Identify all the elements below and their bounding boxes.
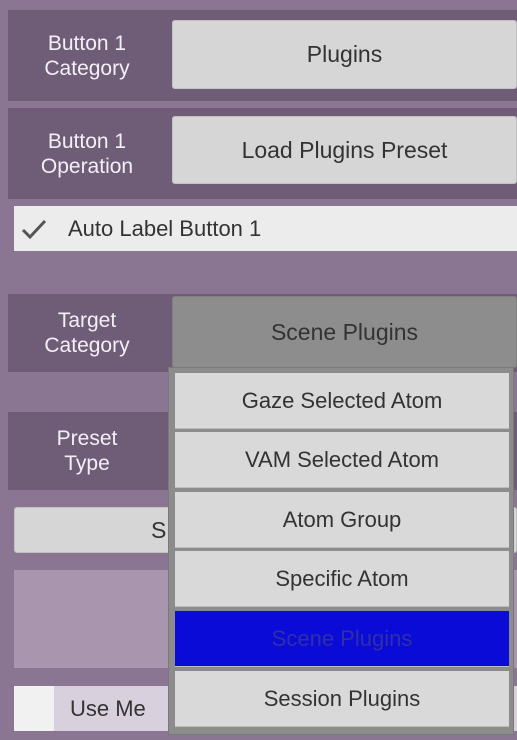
button1-operation-select[interactable]: Load Plugins Preset: [172, 116, 517, 184]
checkbox[interactable]: [14, 206, 54, 251]
checkmark-icon: [21, 219, 47, 239]
option-text: VAM Selected Atom: [244, 446, 439, 472]
option-specific-atom[interactable]: Specific Atom: [175, 551, 509, 607]
checkbox[interactable]: [14, 686, 54, 731]
button1-operation-value: Load Plugins Preset: [241, 136, 448, 163]
option-session-plugins[interactable]: Session Plugins: [175, 671, 509, 727]
option-atom-group[interactable]: Atom Group: [175, 492, 509, 548]
option-text: Atom Group: [282, 506, 402, 532]
label-line: Category: [44, 56, 130, 80]
option-text: Gaze Selected Atom: [241, 387, 443, 413]
label-line: Preset: [56, 427, 118, 450]
label-line: Operation: [40, 154, 134, 178]
option-scene-plugins[interactable]: Scene Plugins: [175, 611, 509, 667]
target-category-dropdown: Gaze Selected Atom VAM Selected Atom Ato…: [168, 367, 514, 735]
button1-category-label: Button 1 Category: [8, 10, 166, 101]
option-gaze-selected-atom[interactable]: Gaze Selected Atom: [175, 373, 509, 429]
preset-type-label: Preset Type: [8, 412, 166, 490]
label-line: Category: [44, 334, 130, 357]
option-text: Session Plugins: [263, 685, 421, 711]
target-category-value: Scene Plugins: [270, 318, 419, 345]
option-vam-selected-atom[interactable]: VAM Selected Atom: [175, 432, 509, 488]
button1-category-value: Plugins: [306, 41, 383, 67]
button1-category-select[interactable]: Plugins: [172, 20, 517, 89]
label-line: Button 1: [47, 31, 127, 55]
label-line: Button 1: [47, 129, 127, 153]
button1-operation-label: Button 1 Operation: [8, 108, 166, 199]
partial-button-text: S: [151, 516, 167, 543]
label-line: Target: [57, 309, 117, 332]
option-text: Specific Atom: [275, 565, 409, 591]
auto-label-toggle[interactable]: Auto Label Button 1: [14, 206, 517, 251]
target-category-label: Target Category: [8, 294, 166, 372]
option-text: Scene Plugins: [271, 625, 413, 651]
target-category-select[interactable]: Scene Plugins: [172, 296, 517, 368]
use-toggle-text: Use Me: [70, 695, 146, 721]
label-line: Type: [64, 452, 110, 475]
auto-label-text: Auto Label Button 1: [68, 215, 262, 241]
